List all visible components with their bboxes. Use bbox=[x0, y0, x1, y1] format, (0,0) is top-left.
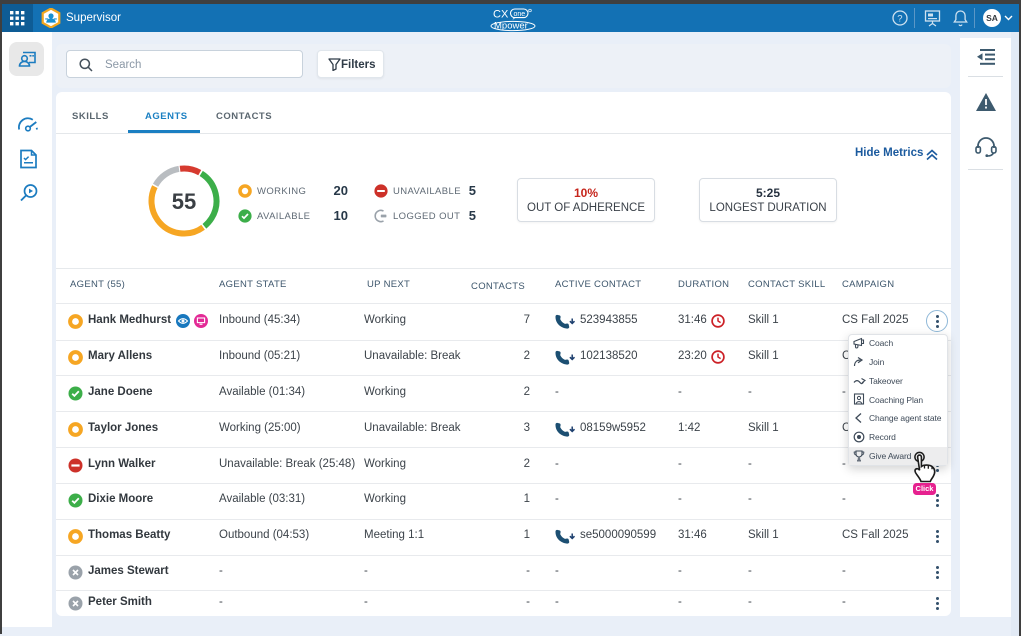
svg-text:Mpower: Mpower bbox=[494, 21, 528, 32]
svg-text:?: ? bbox=[897, 14, 902, 25]
svg-text:55: 55 bbox=[172, 189, 196, 214]
svg-text:CX: CX bbox=[493, 9, 509, 21]
svg-text:one: one bbox=[514, 11, 526, 18]
